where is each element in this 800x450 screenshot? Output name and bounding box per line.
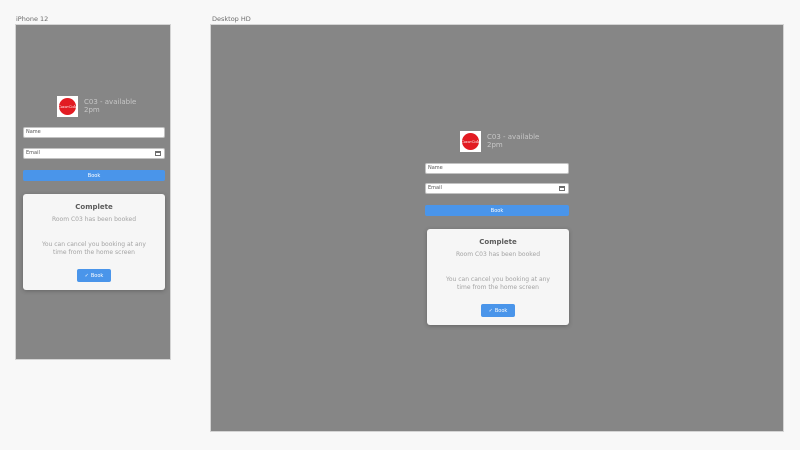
booking-panel: Coca-Cola C03 - available 2pm Name Email… bbox=[425, 130, 569, 330]
room-logo: Coca-Cola bbox=[57, 95, 78, 117]
room-header: Coca-Cola C03 - available 2pm bbox=[57, 95, 136, 117]
room-name: C03 - available bbox=[84, 98, 137, 106]
logo-text: Coca-Cola bbox=[461, 138, 480, 144]
name-input[interactable]: Name bbox=[23, 127, 165, 138]
iphone-frame: Coca-Cola C03 - available 2pm Name Email… bbox=[15, 24, 171, 360]
room-availability: C03 - available 2pm bbox=[487, 133, 539, 149]
email-placeholder: Email bbox=[428, 185, 442, 191]
coca-cola-logo-icon: Coca-Cola bbox=[58, 97, 77, 115]
logo-text: Coca-Cola bbox=[58, 103, 77, 109]
room-time: 2pm bbox=[487, 141, 503, 149]
booking-panel: Coca-Cola C03 - available 2pm Name Email… bbox=[23, 95, 165, 295]
desktop-frame: Coca-Cola C03 - available 2pm Name Email… bbox=[210, 24, 784, 432]
name-input[interactable]: Name bbox=[425, 163, 569, 174]
booking-complete-modal: Complete Room C03 has been booked You ca… bbox=[23, 194, 165, 290]
booking-complete-modal: Complete Room C03 has been booked You ca… bbox=[427, 229, 569, 325]
modal-subtitle: Room C03 has been booked bbox=[455, 251, 541, 258]
modal-note: You can cancel you booking at any time f… bbox=[42, 241, 146, 256]
modal-note: You can cancel you booking at any time f… bbox=[446, 276, 550, 291]
check-icon: ✓ bbox=[488, 307, 493, 314]
iphone-frame-label: iPhone 12 bbox=[16, 15, 49, 23]
desktop-frame-label: Desktop HD bbox=[212, 15, 251, 23]
email-placeholder: Email bbox=[26, 150, 40, 156]
modal-title: Complete bbox=[479, 238, 517, 246]
book-button[interactable]: Book bbox=[23, 170, 165, 181]
calendar-icon[interactable] bbox=[559, 186, 565, 191]
room-time: 2pm bbox=[84, 106, 100, 114]
modal-subtitle: Room C03 has been booked bbox=[51, 216, 137, 223]
room-header: Coca-Cola C03 - available 2pm bbox=[460, 130, 539, 152]
email-input[interactable]: Email bbox=[425, 183, 569, 194]
coca-cola-logo-icon: Coca-Cola bbox=[461, 132, 480, 150]
room-logo: Coca-Cola bbox=[460, 130, 481, 152]
check-icon: ✓ bbox=[84, 272, 89, 279]
modal-done-button[interactable]: ✓ Book bbox=[77, 269, 111, 282]
modal-title: Complete bbox=[75, 203, 113, 211]
book-button[interactable]: Book bbox=[425, 205, 569, 216]
modal-done-label: Book bbox=[494, 307, 508, 314]
modal-done-label: Book bbox=[90, 272, 104, 279]
calendar-icon[interactable] bbox=[155, 151, 161, 156]
room-availability: C03 - available 2pm bbox=[84, 98, 136, 114]
modal-done-button[interactable]: ✓ Book bbox=[481, 304, 515, 317]
email-input[interactable]: Email bbox=[23, 148, 165, 159]
room-name: C03 - available bbox=[487, 133, 540, 141]
